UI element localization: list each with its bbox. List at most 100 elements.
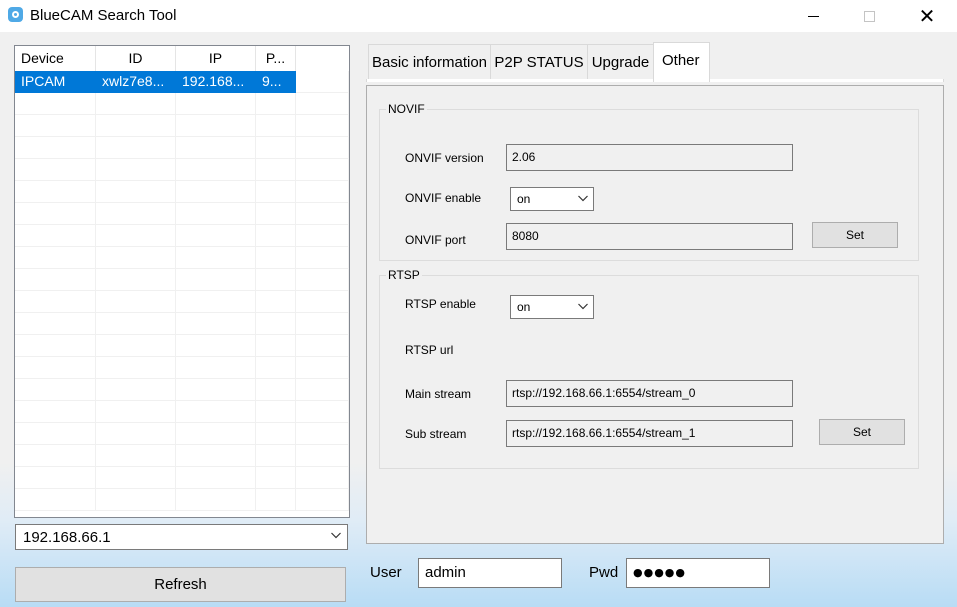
cell-device [15, 291, 96, 313]
table-row [15, 181, 349, 203]
rtsp-set-button[interactable]: Set [819, 419, 905, 445]
table-row [15, 467, 349, 489]
column-header-id[interactable]: ID [96, 46, 176, 71]
cell-device [15, 247, 96, 269]
cell-device [15, 467, 96, 489]
cell-device [15, 203, 96, 225]
cell-device [15, 181, 96, 203]
cell-id [96, 269, 176, 291]
cell-device [15, 93, 96, 115]
onvif-enable-select[interactable]: on [510, 187, 594, 211]
table-row [15, 269, 349, 291]
cell-ip [176, 423, 256, 445]
cell-ip [176, 467, 256, 489]
column-header-device[interactable]: Device [15, 46, 96, 71]
cell-ip [176, 291, 256, 313]
table-row[interactable]: IPCAM xwlz7e8... 192.168... 9... [15, 71, 349, 93]
table-row [15, 313, 349, 335]
cell-id [96, 335, 176, 357]
cell-ip [176, 247, 256, 269]
cell-port [256, 137, 296, 159]
cell-filler [296, 181, 349, 203]
cell-device [15, 489, 96, 511]
cell-port [256, 357, 296, 379]
rtsp-enable-select[interactable]: on [510, 295, 594, 319]
cell-device [15, 357, 96, 379]
maximize-button[interactable] [846, 0, 892, 32]
cell-device: IPCAM [15, 71, 96, 93]
minimize-icon [807, 15, 819, 17]
cell-id [96, 225, 176, 247]
maximize-icon [863, 10, 875, 22]
onvif-port-field[interactable]: 8080 [506, 223, 793, 250]
cell-device [15, 269, 96, 291]
cell-device [15, 313, 96, 335]
table-row [15, 203, 349, 225]
cell-port [256, 423, 296, 445]
main-stream-field[interactable]: rtsp://192.168.66.1:6554/stream_0 [506, 380, 793, 407]
cell-device [15, 335, 96, 357]
close-icon: ✕ [918, 4, 936, 28]
minimize-button[interactable] [790, 0, 836, 32]
close-button[interactable]: ✕ [904, 0, 950, 32]
cell-device [15, 379, 96, 401]
tab-p2p-status[interactable]: P2P STATUS [490, 44, 588, 79]
onvif-port-label: ONVIF port [405, 233, 466, 247]
column-header-port[interactable]: P... [256, 46, 296, 71]
cell-filler [296, 137, 349, 159]
cell-id: xwlz7e8... [96, 71, 176, 93]
cell-port [256, 335, 296, 357]
cell-ip [176, 137, 256, 159]
novif-group-title: NOVIF [386, 102, 427, 116]
cell-port [256, 269, 296, 291]
refresh-button[interactable]: Refresh [15, 567, 346, 602]
table-row [15, 379, 349, 401]
chevron-down-icon [578, 195, 588, 202]
onvif-version-field[interactable]: 2.06 [506, 144, 793, 171]
cell-filler [296, 291, 349, 313]
cell-port [256, 401, 296, 423]
cell-port [256, 115, 296, 137]
cell-filler [296, 401, 349, 423]
cell-device [15, 401, 96, 423]
device-list[interactable]: Device ID IP P... IPCAM xwlz7e8... 192.168… [14, 45, 350, 518]
user-input[interactable]: admin [418, 558, 562, 588]
tab-upgrade[interactable]: Upgrade [587, 44, 654, 79]
table-row [15, 93, 349, 115]
device-list-rows: IPCAM xwlz7e8... 192.168... 9... [15, 71, 349, 511]
cell-port [256, 181, 296, 203]
window-title: BlueCAM Search Tool [30, 7, 177, 24]
table-row [15, 115, 349, 137]
column-header-ip[interactable]: IP [176, 46, 256, 71]
cell-id [96, 467, 176, 489]
table-row [15, 291, 349, 313]
cell-id [96, 489, 176, 511]
cell-filler [296, 357, 349, 379]
cell-port [256, 203, 296, 225]
cell-id [96, 115, 176, 137]
cell-filler [296, 467, 349, 489]
cell-id [96, 423, 176, 445]
tab-basic-information[interactable]: Basic information [368, 44, 491, 79]
table-row [15, 489, 349, 511]
device-list-header: Device ID IP P... [15, 46, 349, 71]
cell-device [15, 225, 96, 247]
table-row [15, 335, 349, 357]
rtsp-group: RTSP RTSP enable on RTSP url Main stream… [379, 268, 919, 469]
cell-filler [296, 379, 349, 401]
title-bar[interactable]: BlueCAM Search Tool ✕ [0, 0, 957, 32]
onvif-enable-value: on [517, 192, 531, 206]
cell-filler [296, 93, 349, 115]
cell-filler [296, 159, 349, 181]
onvif-set-button[interactable]: Set [812, 222, 898, 248]
sub-stream-field[interactable]: rtsp://192.168.66.1:6554/stream_1 [506, 420, 793, 447]
tab-other[interactable]: Other [653, 42, 710, 82]
other-tab-page: NOVIF ONVIF version 2.06 ONVIF enable on… [366, 85, 944, 544]
cell-ip [176, 379, 256, 401]
rtsp-enable-value: on [517, 300, 531, 314]
cell-filler [296, 269, 349, 291]
camera-app-icon [8, 7, 23, 22]
table-row [15, 247, 349, 269]
ip-address-combo[interactable]: 192.168.66.1 [15, 524, 348, 550]
password-input[interactable]: ●●●●● [626, 558, 770, 588]
